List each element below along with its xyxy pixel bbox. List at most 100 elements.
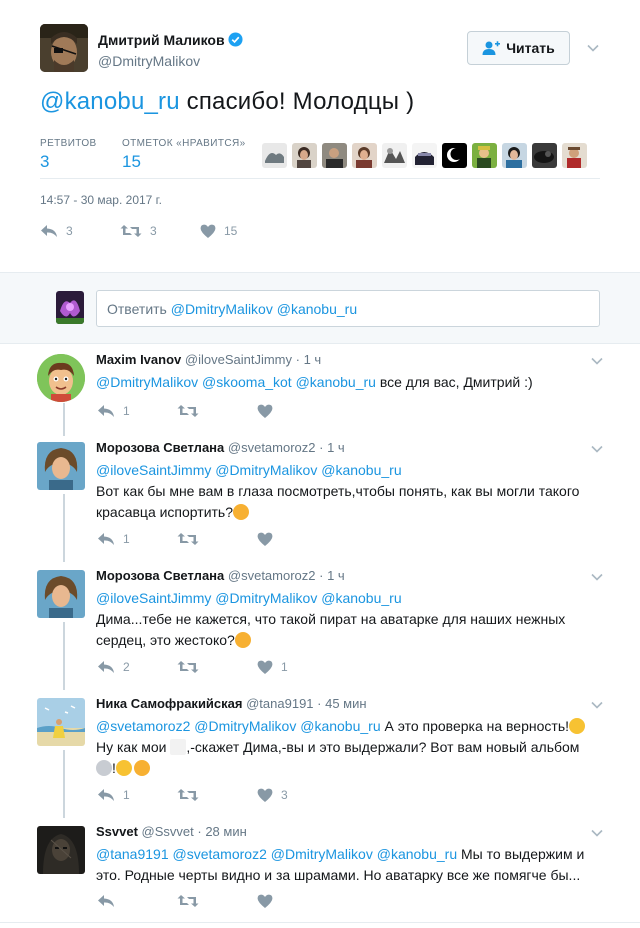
reply-avatar[interactable]	[37, 698, 85, 746]
reply-compose-area: Ответить @DmitryMalikov @kanobu_ru	[0, 272, 640, 344]
liker-avatar[interactable]	[412, 143, 437, 168]
reply-icon	[98, 661, 114, 673]
reply-time[interactable]: 1 ч	[304, 352, 322, 367]
reply-mentions[interactable]: @DmitryMalikov @skooma_kot @kanobu_ru	[96, 374, 376, 390]
reply-avatar[interactable]	[37, 354, 85, 402]
likes-label: ОТМЕТОК «НРАВИТСЯ»	[122, 138, 246, 149]
retweet-button[interactable]	[177, 894, 257, 908]
reply-mentions[interactable]: @svetamoroz2 @DmitryMalikov @kanobu_ru	[96, 718, 381, 734]
reply-author-name[interactable]: Морозова Светлана	[96, 440, 224, 455]
reply-author-name[interactable]: Ssvvet	[96, 824, 138, 839]
reply-body-line: это. Родные черты видно и за шрамами. Но…	[96, 867, 581, 883]
liker-avatar[interactable]	[292, 143, 317, 168]
like-button[interactable]	[257, 894, 337, 908]
reply-author-name[interactable]: Ника Самофракийская	[96, 696, 242, 711]
liker-avatar[interactable]	[352, 143, 377, 168]
like-button[interactable]	[257, 404, 337, 418]
author-name[interactable]: Дмитрий Маликов	[98, 32, 243, 48]
tweet-timestamp[interactable]: 14:57 - 30 мар. 2017 г.	[40, 193, 162, 207]
liker-avatar[interactable]	[262, 143, 287, 168]
reply-mentions[interactable]: @iloveSaintJimmy @DmitryMalikov @kanobu_…	[96, 588, 596, 609]
retweet-button[interactable]	[177, 788, 257, 802]
reply-body-line: Вот как бы мне вам в глаза посмотреть,чт…	[96, 483, 580, 499]
like-count: 15	[224, 224, 238, 238]
reply-body: Мы то выдержим и	[457, 846, 585, 862]
retweets-count[interactable]: 3	[40, 152, 49, 172]
reply-tweet: Maxim Ivanov @iloveSaintJimmy · 1 ч @Dmi…	[0, 352, 640, 432]
reply-tweet: Ника Самофракийская @tana9191 · 45 мин @…	[0, 696, 640, 820]
reply-actions	[97, 894, 337, 908]
reply-body-line: сердец, это жестоко?	[96, 632, 235, 648]
liker-avatar[interactable]	[442, 143, 467, 168]
liker-avatar[interactable]	[382, 143, 407, 168]
reply-avatar[interactable]	[37, 826, 85, 874]
retweet-button[interactable]	[177, 404, 257, 418]
chevron-down-icon[interactable]	[590, 826, 604, 840]
retweet-button[interactable]	[177, 660, 257, 674]
tweet-text: @kanobu_ru спасибо! Молодцы )	[40, 88, 414, 116]
reply-header: Maxim Ivanov @iloveSaintJimmy · 1 ч	[96, 352, 321, 367]
like-button[interactable]	[257, 532, 337, 546]
retweet-icon	[120, 225, 142, 237]
follow-button-label: Читать	[506, 40, 555, 56]
retweet-icon	[177, 789, 199, 801]
reply-author-handle[interactable]: @Ssvvet	[142, 824, 194, 839]
disc-emoji-icon	[96, 760, 112, 776]
reply-button[interactable]: 2	[97, 660, 177, 674]
tweet-text-body: спасибо! Молодцы )	[179, 88, 415, 115]
tweet-mention[interactable]: @kanobu_ru	[40, 88, 180, 115]
like-button[interactable]: 1	[257, 660, 337, 674]
author-name-text[interactable]: Дмитрий Маликов	[98, 32, 225, 48]
reply-time[interactable]: 28 мин	[205, 824, 246, 839]
chevron-down-icon[interactable]	[590, 354, 604, 368]
laughing-emoji-icon	[569, 718, 585, 734]
reply-author-name[interactable]: Maxim Ivanov	[96, 352, 181, 367]
reply-mentions[interactable]: @tana9191 @svetamoroz2 @DmitryMalikov @k…	[96, 846, 457, 862]
chevron-down-icon[interactable]	[590, 570, 604, 584]
liker-avatar[interactable]	[502, 143, 527, 168]
reply-author-name[interactable]: Морозова Светлана	[96, 568, 224, 583]
retweet-icon	[177, 405, 199, 417]
liker-avatar[interactable]	[472, 143, 497, 168]
reply-button[interactable]: 1	[97, 404, 177, 418]
reply-author-handle[interactable]: @tana9191	[246, 696, 313, 711]
reply-mentions[interactable]: @iloveSaintJimmy @DmitryMalikov @kanobu_…	[96, 460, 596, 481]
reply-author-handle[interactable]: @iloveSaintJimmy	[185, 352, 292, 367]
liker-avatar[interactable]	[562, 143, 587, 168]
author-handle[interactable]: @DmitryMalikov	[98, 53, 200, 69]
reply-button[interactable]: 1	[97, 532, 177, 546]
likes-count[interactable]: 15	[122, 152, 141, 172]
follow-button[interactable]: Читать	[467, 31, 570, 65]
like-button[interactable]: 15	[200, 224, 280, 238]
reply-time[interactable]: 1 ч	[327, 440, 345, 455]
reply-text: @iloveSaintJimmy @DmitryMalikov @kanobu_…	[96, 460, 596, 523]
reply-author-handle[interactable]: @svetamoroz2	[228, 440, 316, 455]
reply-button[interactable]: 3	[40, 224, 120, 238]
reply-author-handle[interactable]: @svetamoroz2	[228, 568, 316, 583]
reply-avatar[interactable]	[37, 570, 85, 618]
reply-body: А это проверка на верность!	[380, 718, 570, 734]
chevron-down-icon[interactable]	[586, 41, 600, 55]
reply-body-line-with-emoji: !	[96, 758, 596, 779]
separator: ·	[193, 824, 206, 839]
reply-button[interactable]	[97, 894, 177, 908]
reply-time[interactable]: 1 ч	[327, 568, 345, 583]
like-button[interactable]: 3	[257, 788, 337, 802]
reply-time[interactable]: 45 мин	[325, 696, 366, 711]
chevron-down-icon[interactable]	[590, 442, 604, 456]
reply-text: @DmitryMalikov @skooma_kot @kanobu_ru вс…	[96, 372, 596, 393]
reply-avatar[interactable]	[37, 442, 85, 490]
retweet-button[interactable]	[177, 532, 257, 546]
retweet-button[interactable]: 3	[120, 224, 200, 238]
reply-button[interactable]: 1	[97, 788, 177, 802]
reply-input[interactable]: Ответить @DmitryMalikov @kanobu_ru	[96, 290, 600, 327]
separator: ·	[292, 352, 304, 367]
reply-text: @tana9191 @svetamoroz2 @DmitryMalikov @k…	[96, 844, 596, 886]
reply-body-line: Дима...тебе не кажется, что такой пират …	[96, 611, 566, 627]
reply-body-line: Ну как мои	[96, 739, 171, 755]
author-avatar[interactable]	[40, 24, 88, 72]
reply-icon	[41, 225, 57, 237]
liker-avatar[interactable]	[322, 143, 347, 168]
chevron-down-icon[interactable]	[590, 698, 604, 712]
liker-avatar[interactable]	[532, 143, 557, 168]
